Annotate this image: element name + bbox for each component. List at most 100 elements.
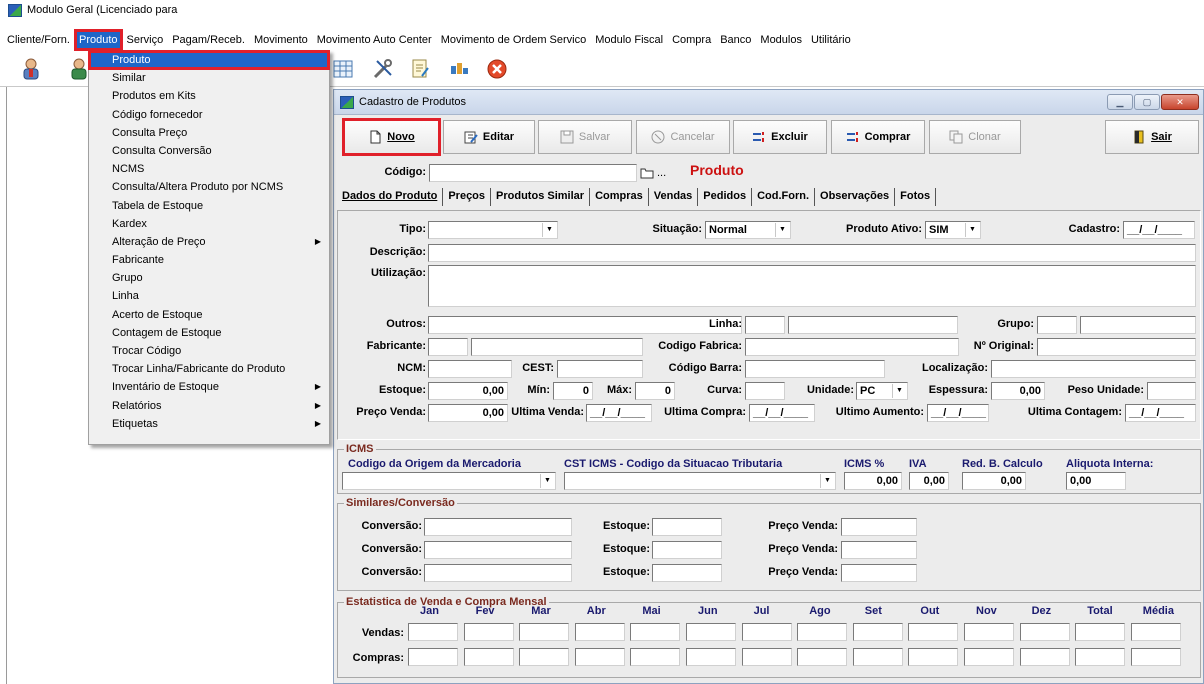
dropdown-item-produtos-em-kits[interactable]: Produtos em Kits (89, 87, 329, 105)
excluir-button[interactable]: Excluir (733, 120, 827, 154)
vendas-dez-input[interactable] (1019, 623, 1070, 641)
cancelar-button[interactable]: Cancelar (636, 120, 730, 154)
tab-dados-produto[interactable]: Dados do Produto (342, 188, 444, 206)
dropdown-item-relatorios[interactable]: Relatórios ▶ (89, 397, 329, 415)
vendas-ago-input[interactable] (797, 623, 848, 641)
codigo-fabrica-input[interactable] (745, 338, 959, 356)
iva-input[interactable]: 0,00 (909, 472, 949, 490)
tab-observacoes[interactable]: Observações (815, 188, 896, 206)
menu-modulo-fiscal[interactable]: Modulo Fiscal (592, 31, 666, 49)
linha-code-input[interactable] (745, 316, 785, 334)
novo-button[interactable]: Novo (342, 118, 441, 156)
editar-button[interactable]: Editar (443, 120, 535, 154)
icms-pct-input[interactable]: 0,00 (844, 472, 902, 490)
estoque-input[interactable]: 0,00 (428, 382, 508, 400)
menu-modulos[interactable]: Modulos (757, 31, 805, 49)
codigo-input[interactable] (429, 164, 637, 182)
fabricante-code-input[interactable] (428, 338, 468, 356)
menu-produto[interactable]: Produto (74, 29, 123, 51)
cst-select[interactable]: ▼ (564, 472, 836, 490)
dropdown-item-acerto-estoque[interactable]: Acerto de Estoque (89, 306, 329, 324)
peso-unidade-input[interactable] (1147, 382, 1196, 400)
dropdown-item-produto[interactable]: Produto (88, 49, 330, 71)
max-input[interactable]: 0 (635, 382, 675, 400)
descricao-input[interactable] (428, 244, 1196, 262)
tab-pedidos[interactable]: Pedidos (698, 188, 753, 206)
search-icon[interactable] (446, 55, 476, 83)
vendas-jan-input[interactable] (408, 623, 458, 641)
maximize-button[interactable]: ▢ (1134, 94, 1160, 110)
browse-button[interactable]: ... (640, 164, 678, 182)
vendas-jun-input[interactable] (686, 623, 736, 641)
tipo-select[interactable]: ▼ (428, 221, 558, 239)
preco-venda-input[interactable]: 0,00 (428, 404, 508, 422)
produto-ativo-select[interactable]: SIM ▼ (925, 221, 981, 239)
cest-input[interactable] (557, 360, 643, 378)
exit-icon[interactable] (482, 55, 512, 83)
preco-venda-input-3[interactable] (841, 564, 917, 582)
conversao-input-2[interactable] (424, 541, 572, 559)
dropdown-item-codigo-fornecedor[interactable]: Código fornecedor (89, 106, 329, 124)
curva-input[interactable] (745, 382, 785, 400)
compras-jul-input[interactable] (741, 648, 792, 666)
dropdown-item-tabela-estoque[interactable]: Tabela de Estoque (89, 197, 329, 215)
menu-pagam-receb[interactable]: Pagam/Receb. (169, 31, 248, 49)
estoque-input-3[interactable] (652, 564, 722, 582)
sair-button[interactable]: Sair (1105, 120, 1199, 154)
dropdown-item-linha[interactable]: Linha (89, 287, 329, 305)
tab-compras[interactable]: Compras (590, 188, 649, 206)
clonar-button[interactable]: Clonar (929, 120, 1021, 154)
dropdown-item-trocar-codigo[interactable]: Trocar Código (89, 342, 329, 360)
conversao-input-1[interactable] (424, 518, 572, 536)
codigo-barra-input[interactable] (745, 360, 885, 378)
vendas-nov-input[interactable] (964, 623, 1014, 641)
ultima-contagem-input[interactable]: __/__/____ (1125, 404, 1196, 422)
dropdown-item-trocar-linha-fabricante[interactable]: Trocar Linha/Fabricante do Produto (89, 360, 329, 378)
ncm-input[interactable] (428, 360, 512, 378)
compras-fev-input[interactable] (463, 648, 514, 666)
dropdown-item-fabricante[interactable]: Fabricante (89, 251, 329, 269)
tab-cod-forn[interactable]: Cod.Forn. (752, 188, 816, 206)
dropdown-item-alteracao-preco[interactable]: Alteração de Preço ▶ (89, 233, 329, 251)
vendas-total-input[interactable] (1075, 623, 1126, 641)
dropdown-item-similar[interactable]: Similar (89, 69, 329, 87)
dropdown-item-contagem-estoque[interactable]: Contagem de Estoque (89, 324, 329, 342)
table-icon[interactable] (328, 55, 358, 83)
red-b-input[interactable]: 0,00 (962, 472, 1026, 490)
tab-precos[interactable]: Preços (443, 188, 492, 206)
conversao-input-3[interactable] (424, 564, 572, 582)
preco-venda-input-1[interactable] (841, 518, 917, 536)
min-input[interactable]: 0 (553, 382, 593, 400)
menu-compra[interactable]: Compra (669, 31, 714, 49)
linha-desc-input[interactable] (788, 316, 958, 334)
dropdown-item-etiquetas[interactable]: Etiquetas ▶ (89, 415, 329, 433)
tab-fotos[interactable]: Fotos (895, 188, 937, 206)
menu-utilitario[interactable]: Utilitário (808, 31, 854, 49)
situacao-select[interactable]: Normal ▼ (705, 221, 791, 239)
salvar-button[interactable]: Salvar (538, 120, 632, 154)
menu-movimento[interactable]: Movimento (251, 31, 311, 49)
tab-vendas[interactable]: Vendas (649, 188, 699, 206)
compras-out-input[interactable] (908, 648, 959, 666)
user-icon[interactable] (16, 55, 46, 83)
vendas-out-input[interactable] (908, 623, 959, 641)
grupo-code-input[interactable] (1037, 316, 1077, 334)
origem-select[interactable]: ▼ (342, 472, 556, 490)
menu-banco[interactable]: Banco (717, 31, 754, 49)
minimize-button[interactable]: ▁ (1107, 94, 1133, 110)
vendas-média-input[interactable] (1130, 623, 1181, 641)
menu-movimento-auto-center[interactable]: Movimento Auto Center (314, 31, 435, 49)
menu-cliente-forn[interactable]: Cliente/Forn. (4, 31, 73, 49)
compras-média-input[interactable] (1130, 648, 1181, 666)
utilizacao-textarea[interactable] (428, 265, 1196, 307)
dropdown-item-grupo[interactable]: Grupo (89, 269, 329, 287)
ultima-venda-input[interactable]: __/__/____ (586, 404, 652, 422)
vendas-mai-input[interactable] (630, 623, 681, 641)
grupo-desc-input[interactable] (1080, 316, 1196, 334)
dropdown-item-consulta-conversao[interactable]: Consulta Conversão (89, 142, 329, 160)
compras-mai-input[interactable] (630, 648, 681, 666)
close-button[interactable]: ✕ (1161, 94, 1199, 110)
compras-set-input[interactable] (852, 648, 903, 666)
comprar-button[interactable]: Comprar (831, 120, 925, 154)
menu-servico[interactable]: Serviço (124, 31, 167, 49)
